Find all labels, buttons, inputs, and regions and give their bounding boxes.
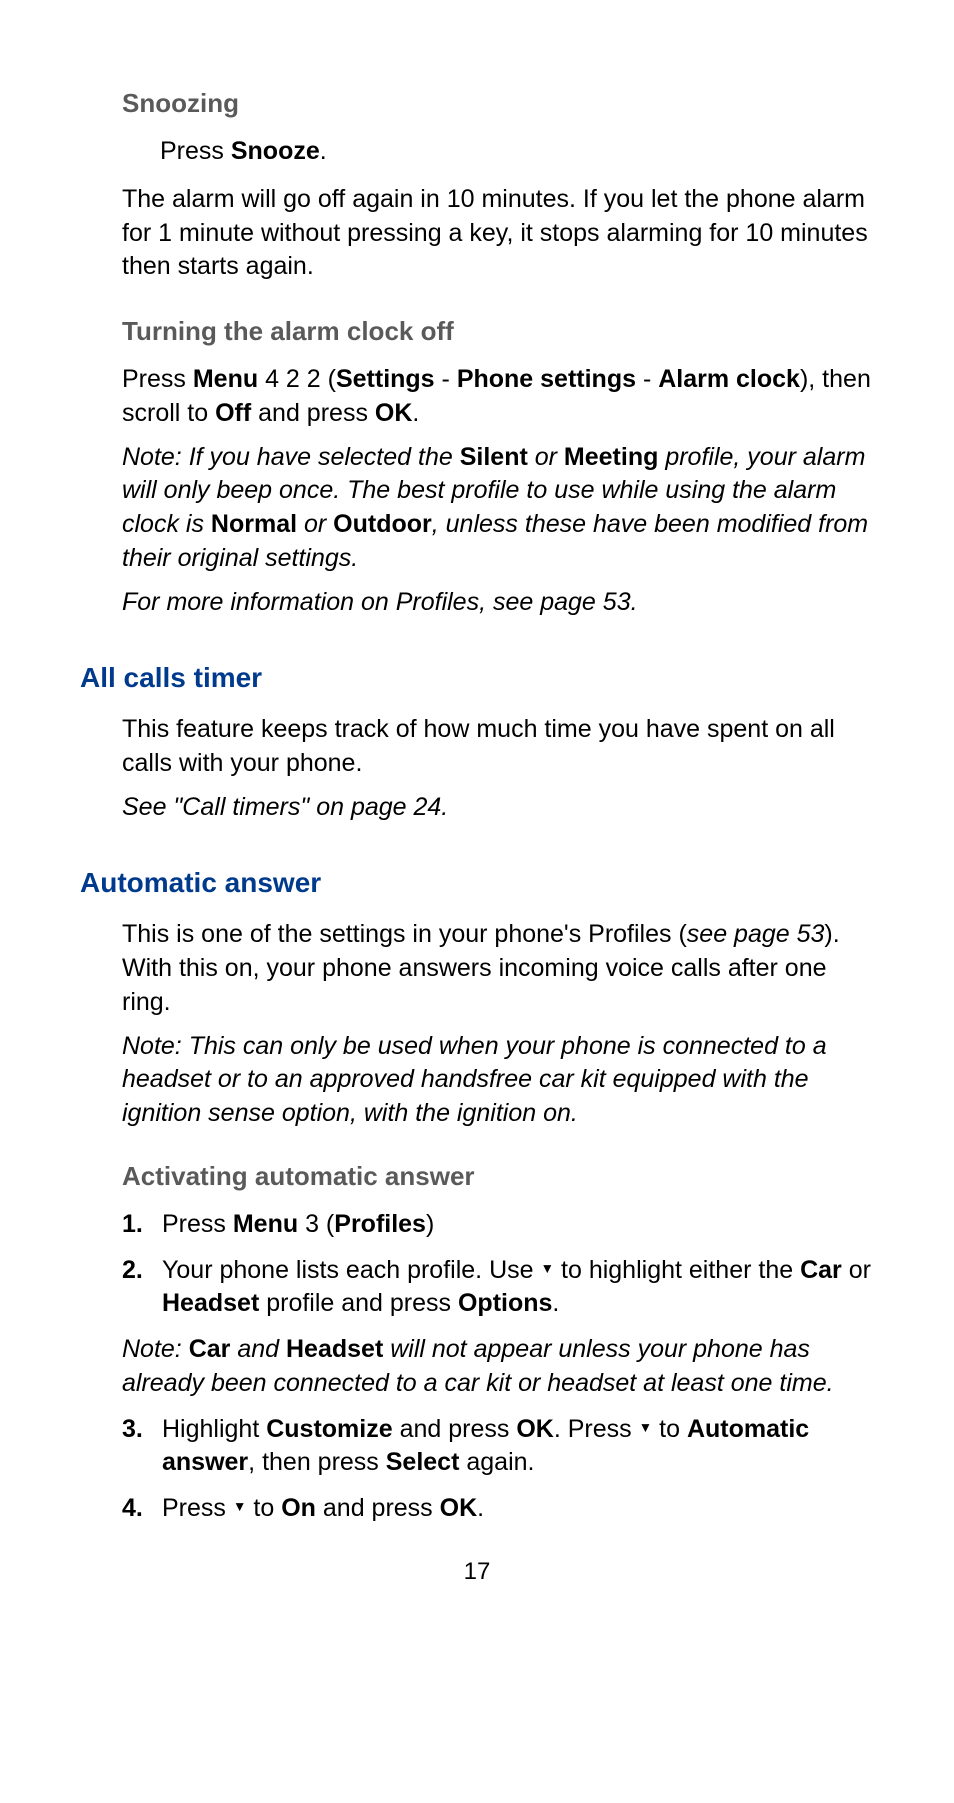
text: and press: [316, 1494, 440, 1522]
step-3: Highlight Customize and press OK. Press …: [122, 1413, 874, 1481]
customize-label: Customize: [266, 1415, 392, 1443]
text: . Press: [554, 1415, 639, 1443]
text: .: [477, 1494, 484, 1522]
text: Your phone lists each profile. Use: [162, 1256, 540, 1284]
allcalls-see: See "Call timers" on page 24.: [122, 791, 874, 825]
snoozing-title: Snoozing: [122, 86, 874, 121]
down-arrow-icon: ▼: [639, 1419, 653, 1438]
turnoff-instruction: Press Menu 4 2 2 (Settings - Phone setti…: [122, 363, 874, 431]
settings-label: Settings: [336, 365, 435, 393]
profiles-label: Profiles: [334, 1210, 426, 1238]
silent-label: Silent: [460, 443, 528, 471]
alarm-clock-label: Alarm clock: [658, 365, 800, 393]
activating-steps-cont: Highlight Customize and press OK. Press …: [122, 1413, 874, 1526]
auto-title: Automatic answer: [80, 864, 874, 902]
allcalls-title: All calls timer: [80, 659, 874, 697]
on-label: On: [281, 1494, 316, 1522]
section-auto: This is one of the settings in your phon…: [80, 918, 874, 1526]
text: or: [842, 1256, 871, 1284]
text: Highlight: [162, 1415, 266, 1443]
text: or: [297, 510, 333, 538]
ok-label: OK: [516, 1415, 554, 1443]
text: Note: If you have selected the: [122, 443, 460, 471]
text: Press: [162, 1210, 233, 1238]
off-label: Off: [215, 399, 251, 427]
section-snoozing: Snoozing Press Snooze. The alarm will go…: [80, 86, 874, 284]
auto-note: Note: This can only be used when your ph…: [122, 1030, 874, 1131]
menu-label: Menu: [193, 365, 258, 393]
turnoff-title: Turning the alarm clock off: [122, 314, 874, 349]
text: again.: [459, 1448, 534, 1476]
text: and: [230, 1335, 286, 1363]
activating-steps: Press Menu 3 (Profiles) Your phone lists…: [122, 1208, 874, 1321]
car-label: Car: [189, 1335, 231, 1363]
headset-label: Headset: [162, 1289, 259, 1317]
text: -: [435, 365, 457, 393]
phone-settings-label: Phone settings: [457, 365, 636, 393]
outdoor-label: Outdoor: [333, 510, 432, 538]
text: 4 2 2 (: [258, 365, 336, 393]
headset-label: Headset: [286, 1335, 383, 1363]
down-arrow-icon: ▼: [233, 1498, 247, 1517]
ok-label: OK: [440, 1494, 478, 1522]
auto-body: This is one of the settings in your phon…: [122, 918, 874, 1019]
text: , then press: [248, 1448, 386, 1476]
select-label: Select: [386, 1448, 460, 1476]
snooze-label: Snooze: [231, 137, 320, 165]
text: ): [426, 1210, 434, 1238]
section-turn-off: Turning the alarm clock off Press Menu 4…: [80, 314, 874, 619]
turnoff-note: Note: If you have selected the Silent or…: [122, 441, 874, 576]
text: 3 (: [298, 1210, 334, 1238]
turnoff-more: For more information on Profiles, see pa…: [122, 586, 874, 620]
snoozing-body: The alarm will go off again in 10 minute…: [122, 183, 874, 284]
text: profile and press: [259, 1289, 458, 1317]
text: .: [412, 399, 419, 427]
down-arrow-icon: ▼: [540, 1260, 554, 1279]
text: and press: [393, 1415, 517, 1443]
text: .: [552, 1289, 559, 1317]
activating-title: Activating automatic answer: [122, 1159, 874, 1194]
step-1: Press Menu 3 (Profiles): [122, 1208, 874, 1242]
text: to: [246, 1494, 281, 1522]
page-number: 17: [80, 1556, 874, 1588]
mid-note: Note: Car and Headset will not appear un…: [122, 1333, 874, 1401]
meeting-label: Meeting: [564, 443, 658, 471]
ok-label: OK: [375, 399, 413, 427]
manual-page: Snoozing Press Snooze. The alarm will go…: [0, 0, 954, 1803]
menu-label: Menu: [233, 1210, 298, 1238]
section-allcalls: This feature keeps track of how much tim…: [80, 713, 874, 824]
step-2: Your phone lists each profile. Use ▼ to …: [122, 1254, 874, 1322]
normal-label: Normal: [211, 510, 297, 538]
text: This is one of the settings in your phon…: [122, 920, 687, 948]
car-label: Car: [800, 1256, 842, 1284]
text: Press: [162, 1494, 233, 1522]
text: -: [636, 365, 658, 393]
see-page-ref: see page 53: [687, 920, 825, 948]
text: Press: [122, 365, 193, 393]
step-4: Press ▼ to On and press OK.: [122, 1492, 874, 1526]
text: and press: [251, 399, 375, 427]
text: Press: [160, 137, 231, 165]
text: Note:: [122, 1335, 189, 1363]
text: to highlight either the: [554, 1256, 800, 1284]
text: to: [652, 1415, 687, 1443]
allcalls-body: This feature keeps track of how much tim…: [122, 713, 874, 781]
text: or: [528, 443, 564, 471]
options-label: Options: [458, 1289, 552, 1317]
text: .: [320, 137, 327, 165]
snoozing-press: Press Snooze.: [122, 135, 874, 169]
